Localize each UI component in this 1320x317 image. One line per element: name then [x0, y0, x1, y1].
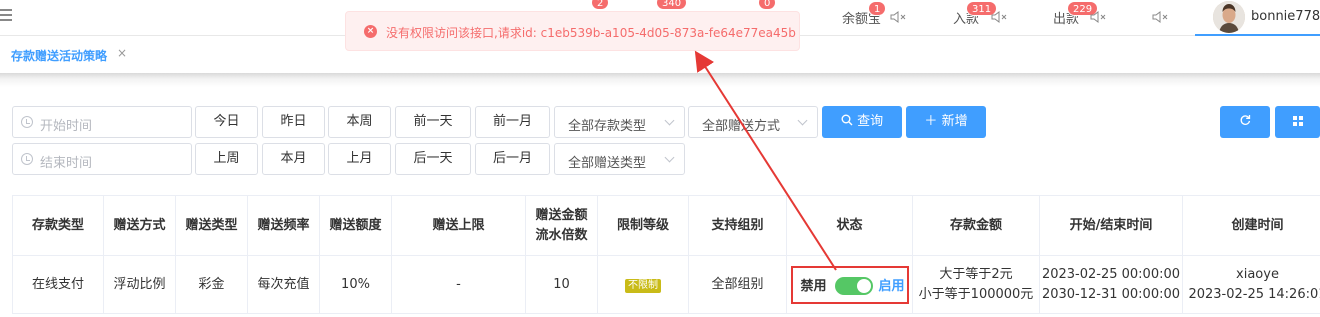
status-highlight: 禁用 启用: [790, 265, 909, 304]
clock-icon: [21, 116, 33, 128]
gift-method-select[interactable]: 全部赠送方式: [688, 106, 818, 138]
cell-status: 禁用 启用: [786, 255, 913, 314]
error-icon: ×: [364, 25, 377, 38]
column-header: 状态: [786, 195, 913, 256]
mute-icon[interactable]: [1090, 10, 1106, 24]
table-header-row: 存款类型 赠送方式 赠送类型 赠送频率 赠送额度 赠送上限 赠送金额 流水倍数 …: [12, 195, 1320, 256]
cell-multiplier: 10: [525, 255, 598, 314]
created-at: 2023-02-25 14:26:01: [1188, 286, 1320, 302]
plus-icon: ＋: [924, 114, 938, 129]
clock-icon: [21, 153, 33, 165]
column-header: 限制等级: [597, 195, 689, 256]
chevron-down-icon: [797, 115, 808, 126]
grid-view-button[interactable]: [1275, 106, 1320, 138]
prev-day-button[interactable]: 前一天: [395, 106, 471, 138]
cell-gift-method: 浮动比例: [103, 255, 176, 314]
start-time-input[interactable]: 开始时间: [12, 106, 192, 138]
cell-group: 全部组别: [688, 255, 787, 314]
cell-gift-type: 彩金: [175, 255, 248, 314]
prev-month-button[interactable]: 前一月: [475, 106, 550, 138]
cell-created: xiaoye 2023-02-25 14:26:01: [1182, 255, 1320, 314]
grid-icon: [1292, 116, 1303, 126]
cell-level: 不限制: [597, 255, 689, 314]
toggle-knob: [856, 278, 871, 293]
column-header: 支持组别: [688, 195, 787, 256]
avatar[interactable]: [1213, 1, 1245, 33]
table-row: 在线支付 浮动比例 彩金 每次充值 10% - 10 不限制 全部组别 禁用 启…: [12, 255, 1320, 314]
cell-limit: -: [391, 255, 526, 314]
column-header: 创建时间: [1182, 195, 1320, 256]
user-menu[interactable]: bonnie7781: [1195, 0, 1320, 36]
gift-method-value: 全部赠送方式: [702, 119, 781, 134]
column-header: 赠送类型: [175, 195, 248, 256]
badge-count: 2: [591, 0, 610, 10]
mute-icon[interactable]: [1152, 10, 1168, 24]
column-header: 赠送频率: [247, 195, 320, 256]
end-time: 2030-12-31 00:00:00: [1041, 286, 1181, 302]
status-toggle[interactable]: [834, 276, 873, 295]
next-month-button[interactable]: 后一月: [475, 143, 550, 175]
refresh-button[interactable]: [1220, 106, 1270, 138]
today-button[interactable]: 今日: [195, 106, 258, 138]
yesterday-button[interactable]: 昨日: [262, 106, 325, 138]
column-header: 赠送额度: [319, 195, 392, 256]
start-time-placeholder: 开始时间: [40, 119, 93, 134]
search-button[interactable]: 查询: [822, 106, 902, 138]
start-time: 2023-02-25 00:00:00: [1041, 266, 1181, 282]
username: bonnie7781: [1251, 9, 1320, 24]
end-time-placeholder: 结束时间: [40, 156, 93, 171]
column-header: 赠送金额 流水倍数: [525, 195, 598, 256]
badge-count: 340: [656, 0, 688, 10]
badge-count: 0: [758, 0, 777, 10]
column-header: 存款金额: [912, 195, 1040, 256]
deposit-type-select[interactable]: 全部存款类型: [554, 106, 685, 138]
column-header: 赠送上限: [391, 195, 526, 256]
menu-icon[interactable]: [0, 9, 14, 23]
gift-type-select[interactable]: 全部赠送类型: [554, 143, 685, 175]
column-header: 存款类型: [12, 195, 104, 256]
tab-deposit-gift-strategy[interactable]: 存款赠送活动策略: [11, 47, 107, 64]
status-off-label[interactable]: 禁用: [801, 277, 827, 297]
add-button[interactable]: ＋ 新增: [906, 106, 986, 138]
add-label: 新增: [941, 114, 968, 129]
strategy-table: 存款类型 赠送方式 赠送类型 赠送频率 赠送额度 赠送上限 赠送金额 流水倍数 …: [12, 195, 1320, 314]
cell-amount: 10%: [319, 255, 392, 314]
deposit-type-value: 全部存款类型: [568, 119, 647, 134]
creator: xiaoye: [1236, 266, 1279, 282]
deposit-max: 小于等于100000元: [918, 286, 1034, 302]
alert-message: 没有权限访问该接口,请求id: c1eb539b-a105-4d05-873a-…: [386, 26, 796, 40]
cell-frequency: 每次充值: [247, 255, 320, 314]
column-header: 开始/结束时间: [1039, 195, 1183, 256]
badge-count: 1: [868, 1, 887, 16]
last-month-button[interactable]: 上月: [328, 143, 391, 175]
next-day-button[interactable]: 后一天: [395, 143, 471, 175]
end-time-input[interactable]: 结束时间: [12, 143, 192, 175]
level-tag: 不限制: [625, 278, 661, 293]
last-week-button[interactable]: 上周: [195, 143, 258, 175]
chevron-down-icon: [664, 152, 675, 163]
this-week-button[interactable]: 本周: [328, 106, 391, 138]
column-header: 赠送方式: [103, 195, 176, 256]
status-on-label[interactable]: 启用: [879, 277, 905, 297]
refresh-icon: [1240, 115, 1251, 125]
deposit-min: 大于等于2元: [939, 266, 1013, 282]
cell-time-range: 2023-02-25 00:00:00 2030-12-31 00:00:00: [1039, 255, 1183, 314]
cell-deposit-type: 在线支付: [12, 255, 104, 314]
search-label: 查询: [857, 114, 884, 129]
divider: [0, 73, 1320, 87]
gift-type-value: 全部赠送类型: [568, 156, 647, 171]
cell-deposit-range: 大于等于2元 小于等于100000元: [912, 255, 1040, 314]
error-alert: × 没有权限访问该接口,请求id: c1eb539b-a105-4d05-873…: [345, 11, 800, 51]
mute-icon[interactable]: [991, 10, 1007, 24]
mute-icon[interactable]: [890, 10, 906, 24]
chevron-down-icon: [664, 115, 675, 126]
this-month-button[interactable]: 本月: [262, 143, 325, 175]
close-icon[interactable]: ×: [117, 46, 127, 60]
search-icon: [841, 114, 853, 126]
